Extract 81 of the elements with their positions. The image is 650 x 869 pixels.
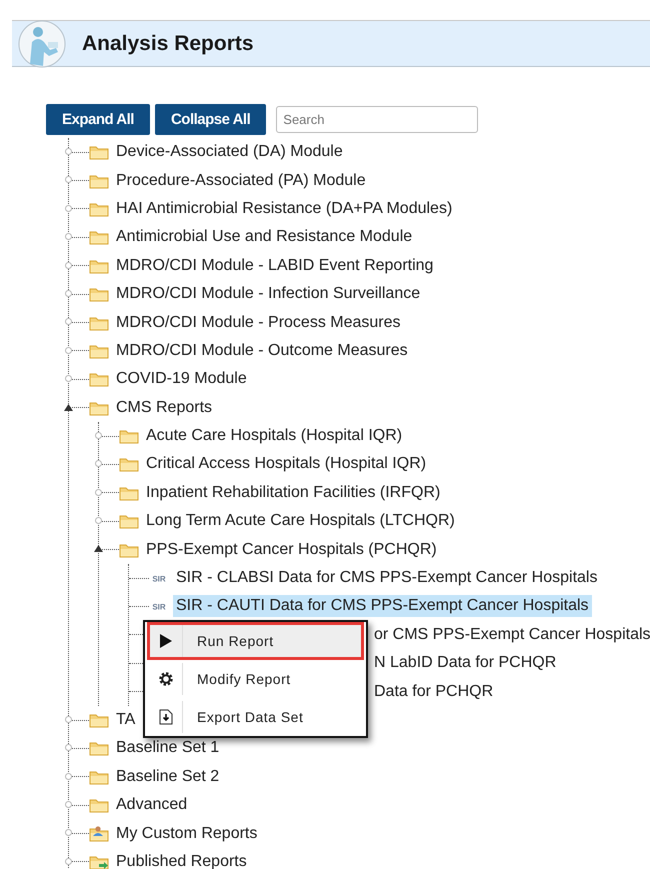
collapsed-toggle-icon[interactable] bbox=[64, 147, 73, 156]
download-file-icon bbox=[159, 709, 173, 725]
folder-icon bbox=[89, 314, 109, 331]
report-badge-icon: SIR bbox=[149, 601, 169, 612]
folder-item[interactable]: MDRO/CDI Module - Infection Surveillance bbox=[113, 283, 424, 306]
settings-icon bbox=[158, 671, 174, 687]
folder-icon bbox=[89, 371, 109, 388]
shared-folder-icon bbox=[89, 854, 109, 869]
folder-icon bbox=[89, 400, 109, 416]
folder-item[interactable]: Procedure-Associated (PA) Module bbox=[113, 170, 369, 192]
collapsed-toggle-icon[interactable] bbox=[64, 374, 73, 384]
collapsed-toggle-icon[interactable] bbox=[64, 204, 73, 213]
folder-item[interactable]: CMS Reports bbox=[113, 396, 216, 419]
report-item[interactable]: or CMS PPS-Exempt Cancer Hospitals bbox=[371, 624, 650, 646]
collapsed-toggle-icon[interactable] bbox=[64, 175, 73, 184]
collapsed-toggle-icon[interactable] bbox=[64, 346, 73, 355]
menu-item[interactable]: Modify Report bbox=[147, 660, 364, 698]
folder-item[interactable]: MDRO/CDI Module - LABID Event Reporting bbox=[113, 254, 436, 277]
collapsed-toggle-icon[interactable] bbox=[64, 260, 73, 270]
folder-item[interactable]: MDRO/CDI Module - Process Measures bbox=[113, 312, 404, 334]
report-item[interactable]: N LabID Data for PCHQR bbox=[371, 652, 560, 674]
folder-item[interactable]: TA bbox=[113, 709, 138, 731]
folder-item[interactable]: Baseline Set 1 bbox=[113, 737, 222, 760]
folder-item[interactable]: Antimicrobial Use and Resistance Module bbox=[113, 226, 416, 248]
folder-icon bbox=[89, 342, 109, 359]
folder-item[interactable]: MDRO/CDI Module - Outcome Measures bbox=[113, 340, 411, 362]
report-item[interactable]: SIR - CLABSI Data for CMS PPS-Exempt Cancer Hospitals bbox=[173, 567, 600, 590]
collapsed-toggle-icon[interactable] bbox=[64, 743, 73, 752]
figure-icon bbox=[18, 20, 66, 68]
folder-item[interactable]: COVID-19 Module bbox=[113, 368, 250, 390]
folder-icon bbox=[119, 428, 139, 444]
report-item[interactable]: Data for PCHQR bbox=[371, 680, 496, 703]
folder-icon bbox=[119, 513, 139, 530]
folder-item[interactable]: Critical Access Hospitals (Hospital IQR) bbox=[143, 453, 430, 476]
collapsed-toggle-icon[interactable] bbox=[64, 714, 73, 724]
expanded-toggle-icon[interactable] bbox=[94, 544, 103, 554]
folder-icon bbox=[89, 200, 109, 217]
collapsed-toggle-icon[interactable] bbox=[94, 488, 103, 497]
collapsed-toggle-icon[interactable] bbox=[94, 430, 103, 440]
collapsed-toggle-icon[interactable] bbox=[64, 288, 73, 298]
folder-icon bbox=[89, 229, 109, 246]
folder-item[interactable]: My Custom Reports bbox=[113, 822, 260, 845]
folder-icon bbox=[89, 768, 109, 785]
folder-icon bbox=[89, 258, 109, 274]
collapsed-toggle-icon[interactable] bbox=[64, 232, 73, 242]
folder-item[interactable]: Inpatient Rehabilitation Facilities (IRFQR) bbox=[143, 482, 444, 504]
folder-icon bbox=[89, 712, 109, 728]
folder-item[interactable]: PPS-Exempt Cancer Hospitals (PCHQR) bbox=[143, 538, 440, 561]
collapsed-toggle-icon[interactable] bbox=[94, 516, 103, 526]
report-item[interactable]: SIR - CAUTI Data for CMS PPS-Exempt Cancer Hospitals bbox=[173, 595, 592, 618]
folder-icon bbox=[119, 542, 139, 558]
folder-icon bbox=[89, 286, 109, 302]
collapsed-toggle-icon[interactable] bbox=[94, 459, 103, 468]
folder-item[interactable]: Long Term Acute Care Hospitals (LTCHQR) bbox=[143, 510, 458, 532]
collapse-all-button[interactable]: Collapse All bbox=[154, 104, 266, 135]
page-title: Analysis Reports bbox=[82, 32, 254, 56]
expand-all-button[interactable]: Expand All bbox=[46, 104, 150, 135]
expanded-toggle-icon[interactable] bbox=[64, 402, 73, 412]
folder-icon bbox=[119, 456, 139, 472]
collapsed-toggle-icon[interactable] bbox=[64, 317, 73, 326]
menu-item[interactable]: Export Data Set bbox=[147, 698, 364, 736]
play-icon bbox=[159, 633, 173, 649]
folder-icon bbox=[89, 740, 109, 756]
folder-icon bbox=[89, 797, 109, 814]
folder-icon bbox=[119, 484, 139, 501]
report-badge-icon: SIR bbox=[149, 573, 169, 584]
folder-icon bbox=[89, 144, 109, 160]
collapsed-toggle-icon[interactable] bbox=[64, 828, 73, 838]
folder-icon bbox=[89, 172, 109, 189]
collapsed-toggle-icon[interactable] bbox=[64, 800, 73, 809]
folder-item[interactable]: Baseline Set 2 bbox=[113, 766, 222, 788]
user-folder-icon bbox=[89, 826, 109, 842]
collapsed-toggle-icon[interactable] bbox=[64, 856, 73, 866]
collapsed-toggle-icon[interactable] bbox=[64, 772, 73, 781]
folder-item[interactable]: Advanced bbox=[113, 794, 190, 816]
folder-item[interactable]: Acute Care Hospitals (Hospital IQR) bbox=[143, 425, 406, 448]
menu-item[interactable]: Run Report bbox=[147, 622, 364, 660]
folder-item[interactable]: HAI Antimicrobial Resistance (DA+PA Modules) bbox=[113, 198, 456, 220]
folder-item[interactable]: Device-Associated (DA) Module bbox=[113, 141, 346, 164]
search-field[interactable]: Search bbox=[276, 106, 478, 133]
folder-item[interactable]: Published Reports bbox=[113, 850, 250, 869]
